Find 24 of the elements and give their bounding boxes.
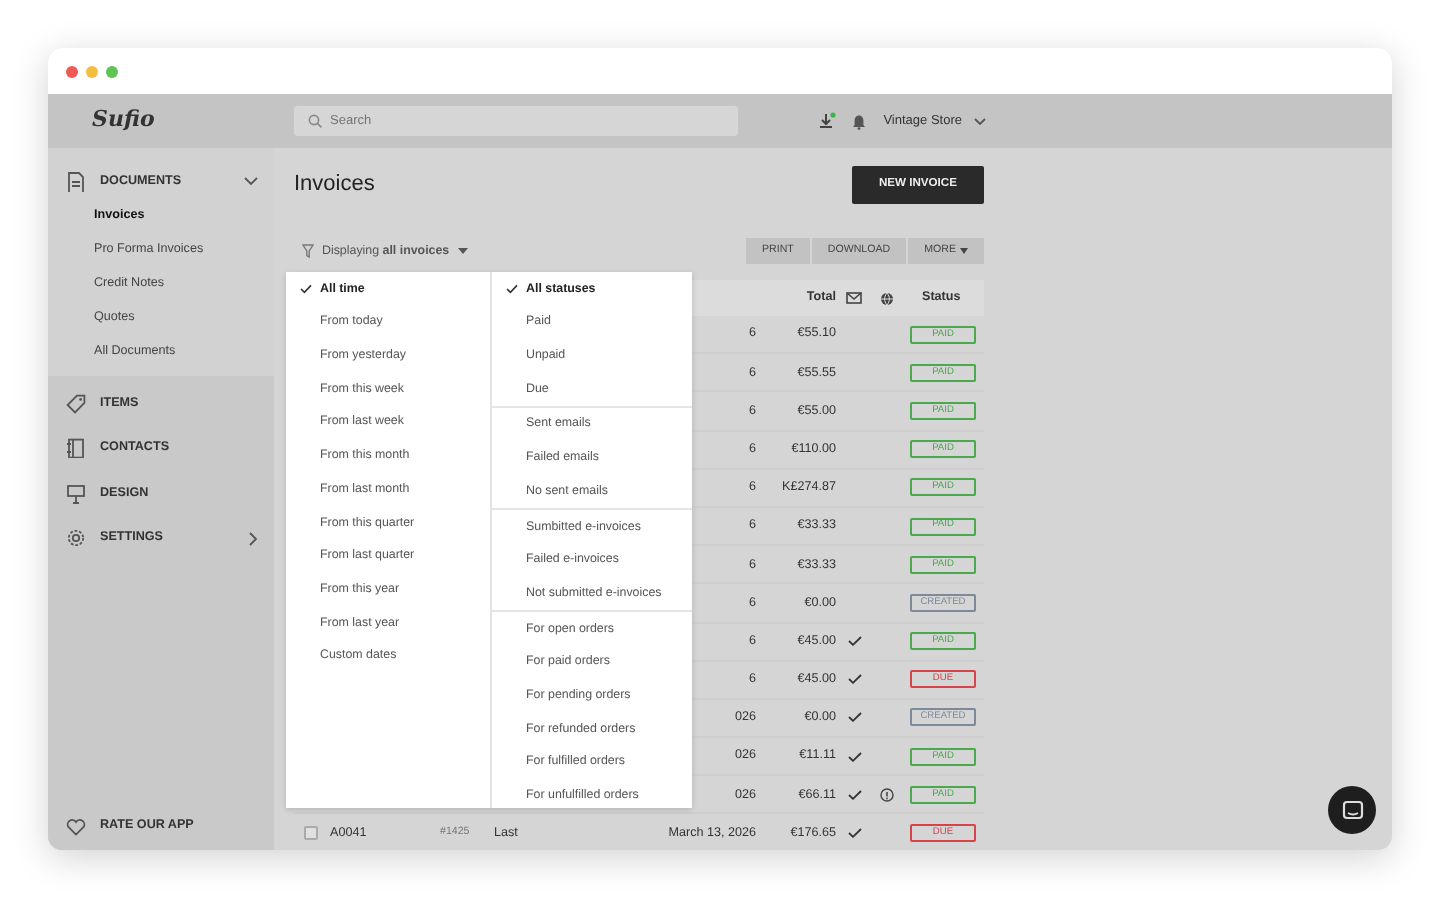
page-title: Invoices xyxy=(294,169,375,200)
address-book-icon xyxy=(66,438,86,458)
heart-icon xyxy=(66,817,86,835)
mail-icon xyxy=(846,292,862,304)
chat-button[interactable] xyxy=(1328,786,1376,834)
search-icon xyxy=(308,114,322,128)
check-icon xyxy=(300,283,312,294)
row-checkbox[interactable] xyxy=(304,826,318,841)
download-icon[interactable] xyxy=(817,112,836,130)
chat-icon xyxy=(1341,799,1363,821)
gear-icon xyxy=(66,528,86,548)
caret-down-icon xyxy=(457,247,468,254)
logo[interactable]: Sufio xyxy=(48,94,274,148)
chevron-down-icon xyxy=(974,117,986,125)
document-icon xyxy=(66,171,86,191)
tag-icon xyxy=(66,393,86,413)
globe-icon xyxy=(879,291,893,305)
filter-icon xyxy=(302,243,314,258)
caret-down-icon xyxy=(960,248,968,254)
zoom-window-icon[interactable] xyxy=(106,65,118,77)
close-window-icon[interactable] xyxy=(66,65,78,77)
bell-icon[interactable] xyxy=(851,113,866,129)
minimize-window-icon[interactable] xyxy=(86,65,98,77)
check-icon xyxy=(506,283,518,294)
